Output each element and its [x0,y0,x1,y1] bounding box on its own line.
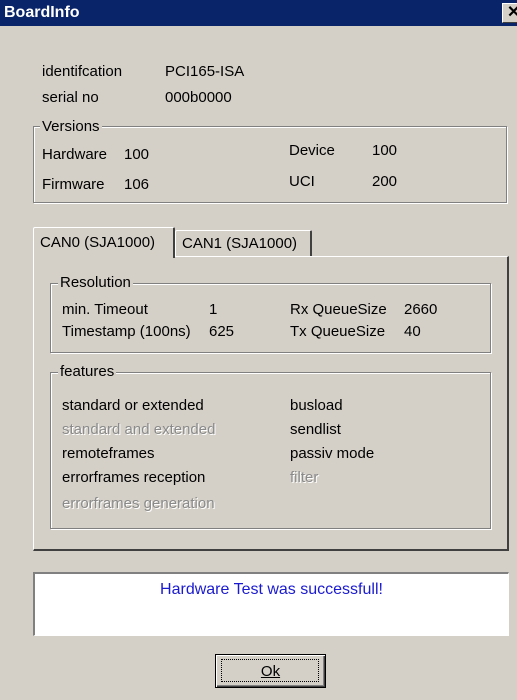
hardware-value: 100 [124,146,150,163]
ok-button[interactable]: Ok [215,654,326,688]
tab-can0-label: CAN0 (SJA1000) [40,234,156,251]
title-bar[interactable]: BoardInfo ✕ [0,0,517,26]
rx-queue-value: 2660 [404,301,438,318]
status-message: Hardware Test was successfull! [160,581,383,598]
rx-queue-label: Rx QueueSize [290,301,387,318]
boardinfo-dialog: BoardInfo ✕ identifcation PCI165-ISA ser… [0,0,517,700]
close-icon: ✕ [507,4,517,21]
close-button[interactable]: ✕ [502,3,517,23]
feature-standard-and-extended: standard and extended [62,421,216,438]
firmware-label: Firmware [42,176,105,193]
uci-value: 200 [372,173,398,190]
versions-legend: Versions [40,118,102,135]
min-timeout-label: min. Timeout [62,301,148,318]
feature-remoteframes: remoteframes [62,445,155,462]
device-label: Device [289,142,335,159]
tx-queue-label: Tx QueueSize [290,323,386,340]
min-timeout-value: 1 [209,301,218,318]
feature-filter: filter [290,469,319,486]
hardware-label: Hardware [42,146,108,163]
firmware-value: 106 [124,176,150,193]
tab-can0[interactable]: CAN0 (SJA1000) [33,227,175,258]
feature-passiv-mode: passiv mode [290,445,375,462]
tab-can1-label: CAN1 (SJA1000) [182,235,298,252]
features-legend: features [58,363,117,380]
identification-value: PCI165-ISA [165,63,245,80]
tab-can1[interactable]: CAN1 (SJA1000) [175,230,312,256]
timestamp-label: Timestamp (100ns) [62,323,191,340]
feature-busload: busload [290,397,343,414]
feature-errorframes-reception: errorframes reception [62,469,206,486]
resolution-legend: Resolution [58,274,133,291]
ok-button-label: Ok [260,663,281,680]
identification-label: identifcation [42,63,123,80]
timestamp-value: 625 [209,323,235,340]
serial-value: 000b0000 [165,89,232,106]
serial-label: serial no [42,89,99,106]
device-value: 100 [372,142,398,159]
feature-standard-or-extended: standard or extended [62,397,204,414]
feature-errorframes-generation: errorframes generation [62,495,215,512]
tx-queue-value: 40 [404,323,421,340]
window-title: BoardInfo [4,4,80,21]
resolution-group [50,283,491,353]
uci-label: UCI [289,173,315,190]
status-box: Hardware Test was successfull! [33,572,509,636]
feature-sendlist: sendlist [290,421,341,438]
